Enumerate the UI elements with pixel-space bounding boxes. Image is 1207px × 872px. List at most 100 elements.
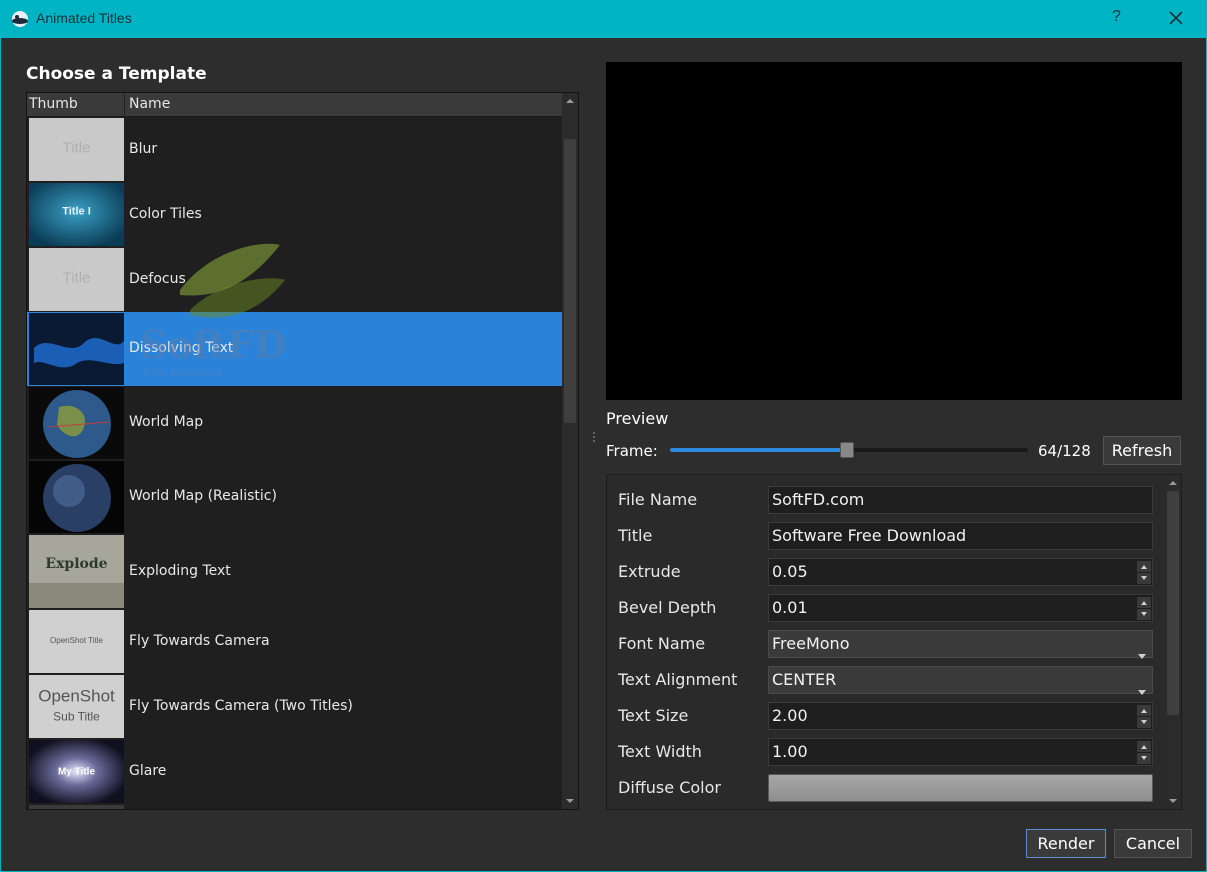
thumb-text: Title (63, 140, 91, 157)
preview-divider (606, 410, 1202, 411)
preview-video (606, 62, 1182, 400)
thumb-text: OpenShot (38, 686, 115, 705)
spin-up-icon[interactable] (1137, 705, 1151, 716)
property-spinbox[interactable]: 0.05 (768, 558, 1153, 586)
column-header-thumb[interactable]: Thumb (29, 96, 78, 112)
props-scroll-down-arrow-icon[interactable] (1165, 793, 1181, 809)
property-value: 1.00 (772, 742, 808, 761)
template-name: World Map (129, 414, 204, 430)
title-bar: Animated Titles ? (0, 0, 1207, 38)
scroll-down-arrow-icon[interactable] (562, 793, 578, 809)
template-thumbnail (29, 805, 124, 809)
frame-slider-fill (670, 448, 841, 452)
template-row[interactable]: My Title Glare (27, 739, 562, 804)
property-label: Text Size (618, 706, 689, 725)
spin-buttons[interactable] (1137, 560, 1151, 584)
template-thumbnail (29, 387, 124, 459)
template-thumbnail: OpenShot Title (29, 610, 124, 673)
template-row[interactable]: Dissolving Text (27, 312, 562, 386)
template-name: Fly Towards Camera (Two Titles) (129, 698, 353, 714)
spin-down-icon[interactable] (1137, 753, 1151, 764)
chevron-down-icon[interactable] (1138, 642, 1146, 659)
template-list[interactable]: Thumb Name Title Blur Title I Color Tiles Ti… (26, 92, 579, 810)
frame-slider-handle[interactable] (840, 442, 854, 458)
template-name: Fly Towards Camera (129, 633, 270, 649)
spin-down-icon[interactable] (1137, 573, 1151, 584)
template-row[interactable]: Explode Exploding Text (27, 534, 562, 610)
property-spinbox[interactable]: 1.00 (768, 738, 1153, 766)
template-list-scrollbar[interactable] (562, 93, 578, 809)
property-value: CENTER (772, 670, 837, 689)
property-value: FreeMono (772, 634, 850, 653)
props-scrollbar-thumb[interactable] (1167, 491, 1179, 715)
property-input[interactable]: SoftFD.com (768, 486, 1153, 514)
render-button[interactable]: Render (1026, 829, 1106, 858)
property-spinbox[interactable]: 0.01 (768, 594, 1153, 622)
properties-scrollbar[interactable] (1165, 475, 1181, 809)
section-title: Choose a Template (26, 64, 207, 84)
property-label: Extrude (618, 562, 681, 581)
template-row[interactable]: Title Blur (27, 117, 562, 182)
template-name: Blur (129, 141, 158, 157)
template-name: World Map (Realistic) (129, 488, 277, 504)
property-label: Font Name (618, 634, 706, 653)
frame-label: Frame: (606, 442, 658, 460)
template-row[interactable]: World Map (Realistic) (27, 460, 562, 534)
props-scroll-up-arrow-icon[interactable] (1165, 475, 1181, 491)
refresh-button[interactable]: Refresh (1103, 436, 1181, 465)
spin-buttons[interactable] (1137, 596, 1151, 620)
property-spinbox[interactable]: 2.00 (768, 702, 1153, 730)
cancel-button[interactable]: Cancel (1114, 829, 1192, 858)
property-input[interactable]: Software Free Download (768, 522, 1153, 550)
thumb-subtext: Sub Title (53, 709, 100, 723)
template-name: Dissolving Text (129, 340, 234, 356)
spin-buttons[interactable] (1137, 740, 1151, 764)
template-row-partial[interactable] (27, 804, 562, 809)
property-value: Software Free Download (772, 526, 967, 545)
spin-down-icon[interactable] (1137, 609, 1151, 620)
close-icon[interactable] (1166, 6, 1186, 30)
spin-up-icon[interactable] (1137, 597, 1151, 608)
template-thumbnail: Title (29, 248, 124, 311)
property-value: 0.05 (772, 562, 808, 581)
help-button[interactable]: ? (1112, 8, 1121, 26)
thumb-text: OpenShot Title (50, 636, 103, 645)
properties-panel: File Name SoftFD.com Title Software Free Do… (606, 474, 1182, 810)
window-title: Animated Titles (36, 10, 132, 26)
template-row[interactable]: World Map (27, 386, 562, 460)
openshot-app-icon (12, 11, 28, 27)
chevron-down-icon[interactable] (1138, 678, 1146, 695)
property-value: 2.00 (772, 706, 808, 725)
template-thumbnail (29, 461, 124, 533)
column-header-name[interactable]: Name (129, 96, 170, 112)
template-row[interactable]: OpenShot Title Fly Towards Camera (27, 609, 562, 674)
template-row[interactable]: Title I Color Tiles (27, 182, 562, 247)
template-row[interactable]: Title Defocus (27, 247, 562, 312)
template-thumbnail: My Title (29, 740, 124, 803)
spin-up-icon[interactable] (1137, 561, 1151, 572)
thumb-text: Title (63, 270, 91, 287)
property-label: File Name (618, 490, 698, 509)
diffuse-color-button[interactable] (768, 774, 1153, 802)
template-thumbnail: Title I (29, 183, 124, 246)
property-combo[interactable]: FreeMono (768, 630, 1153, 659)
template-row[interactable]: OpenShot Sub Title Fly Towards Camera (Two… (27, 674, 562, 739)
template-name: Exploding Text (129, 563, 231, 579)
template-thumbnail: Explode (29, 535, 124, 610)
property-value: SoftFD.com (772, 490, 865, 509)
thumb-text: Title I (62, 206, 91, 218)
spin-buttons[interactable] (1137, 704, 1151, 728)
splitter-handle-icon[interactable] (591, 430, 597, 446)
property-combo[interactable]: CENTER (768, 666, 1153, 695)
list-header: Thumb Name (27, 93, 562, 117)
column-separator (124, 93, 125, 117)
frame-value: 64/128 (1038, 442, 1091, 460)
property-label: Title (618, 526, 653, 545)
preview-label: Preview (606, 409, 669, 428)
scrollbar-thumb[interactable] (564, 139, 576, 423)
scroll-up-arrow-icon[interactable] (562, 93, 578, 109)
spin-up-icon[interactable] (1137, 741, 1151, 752)
spin-down-icon[interactable] (1137, 717, 1151, 728)
template-thumbnail: Title (29, 118, 124, 181)
property-label: Diffuse Color (618, 778, 721, 797)
